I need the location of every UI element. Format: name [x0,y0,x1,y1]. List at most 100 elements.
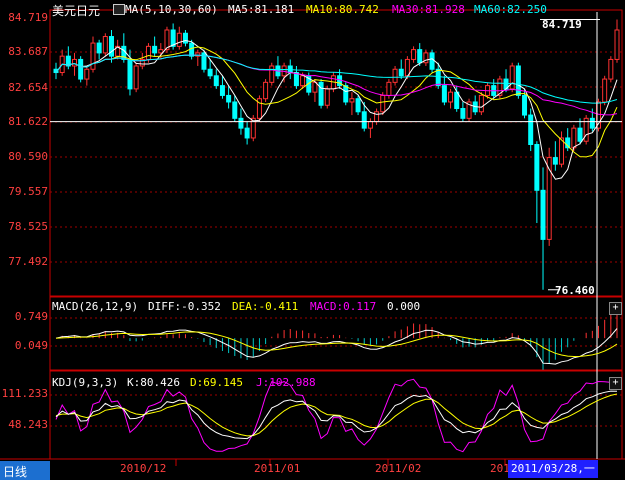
candle-body [324,88,330,106]
kdj-j-value: J:102.988 [256,376,316,389]
macd-dea-value: DEA:-0.411 [232,300,299,313]
candle-body [429,52,435,70]
candle-body [398,68,404,77]
y-tick-label: 82.654 [8,81,48,94]
candle-body [374,111,380,123]
candle-body [515,65,521,96]
kdj-d-line [55,393,618,437]
candle-body [577,127,583,142]
candle-body [96,42,102,54]
candle-body [263,81,269,100]
macd-params: MACD(26,12,9) [52,300,139,313]
candle-body [176,32,182,47]
ma30-value: MA30:81.928 [392,3,465,16]
candle-body [189,42,195,57]
ma10-value: MA10:80.742 [306,3,379,16]
candle-body [127,58,133,90]
candle-body [608,58,614,80]
macd-extra-value: 0.000 [387,300,421,313]
candle-body [244,127,250,139]
macd-expand-icon[interactable]: + [609,302,622,315]
candle-body [90,42,96,70]
kdj-expand-icon[interactable]: + [609,377,622,390]
y-tick-label: 78.525 [8,220,48,233]
candle-body [380,94,386,113]
x-tick-label: 2011/02 [375,462,422,475]
candle-body [509,65,515,90]
y-tick-label: 84.719 [8,11,48,24]
ma5-value: MA5:81.181 [228,3,295,16]
candle-body [417,49,423,64]
candle-body [361,111,367,129]
candle-body [435,68,441,87]
x-tick-label: 2010/12 [120,462,167,475]
candle-body [571,127,577,149]
kdj-k-value: K:80.426 [127,376,180,389]
candle-body [293,72,299,87]
candle-body [522,94,528,116]
candle-body [589,117,595,129]
ma-settings-icon[interactable] [113,4,125,15]
x-tick-label: 2011/01 [254,462,301,475]
candle-body [152,45,158,54]
candle-body [478,94,484,113]
candle-body [528,114,534,146]
candle-body [441,85,447,103]
candle-body [207,68,213,77]
candle-body [386,81,392,96]
macd-y-tick-label: 0.749 [14,310,48,323]
y-tick-label: 80.590 [8,150,48,163]
candle-body [411,49,417,60]
candle-body [232,101,238,119]
candle-body [355,98,361,113]
candle-body [460,108,466,119]
period-tab-daily[interactable]: 日线 [3,463,27,480]
candle-body [534,144,540,191]
candle-body [367,121,373,129]
candle-body [540,189,546,240]
ma-params: MA(5,10,30,60) [125,3,218,16]
candle-body [448,91,454,103]
candle-body [318,81,324,106]
cursor-date-box: 2011/03/28,一 [508,460,598,478]
instrument-title: 美元日元 [52,4,101,18]
kdj-d-value: D:69.145 [190,376,243,389]
candle-body [552,157,558,165]
y-tick-label: 79.557 [8,185,48,198]
candle-body [404,58,410,77]
candle-body [102,36,108,54]
candle-body [343,85,349,103]
y-tick-label: 77.492 [8,255,48,268]
high-price-label: 84.719 [542,18,582,31]
candle-body [349,98,355,103]
candle-body [182,32,188,44]
macd-diff-value: DIFF:-0.352 [148,300,221,313]
chart-canvas[interactable] [0,0,625,480]
y-tick-label: 83.687 [8,45,48,58]
candle-body [602,78,608,103]
candle-body [213,75,219,87]
macd-y-tick-label: 0.049 [14,339,48,352]
stock-chart-window: 美元日元 MA(5,10,30,60) MA5:81.181 MA10:80.7… [0,0,625,480]
candle-body [145,45,151,60]
candle-body [78,58,84,80]
kdj-params: KDJ(9,3,3) [52,376,119,389]
candle-body [219,85,225,96]
candle-body [71,58,77,67]
candle-body [84,68,90,80]
candle-body [300,75,306,87]
candle-body [392,68,398,83]
ma60-value: MA60:82.250 [474,3,547,16]
macd-histogram-value: MACD:0.117 [310,300,377,313]
low-price-label: 76.460 [555,284,595,297]
kdj-y-tick-label: 111.233 [1,387,48,400]
y-tick-label: 81.622 [8,115,48,128]
candle-body [238,117,244,129]
candle-body [158,49,164,54]
candle-body [226,94,232,103]
candle-body [614,29,620,60]
x-tick-label: 201 [490,462,510,475]
kdj-y-tick-label: 48.243 [8,418,48,431]
candle-body [133,65,139,90]
candle-body [269,65,275,83]
